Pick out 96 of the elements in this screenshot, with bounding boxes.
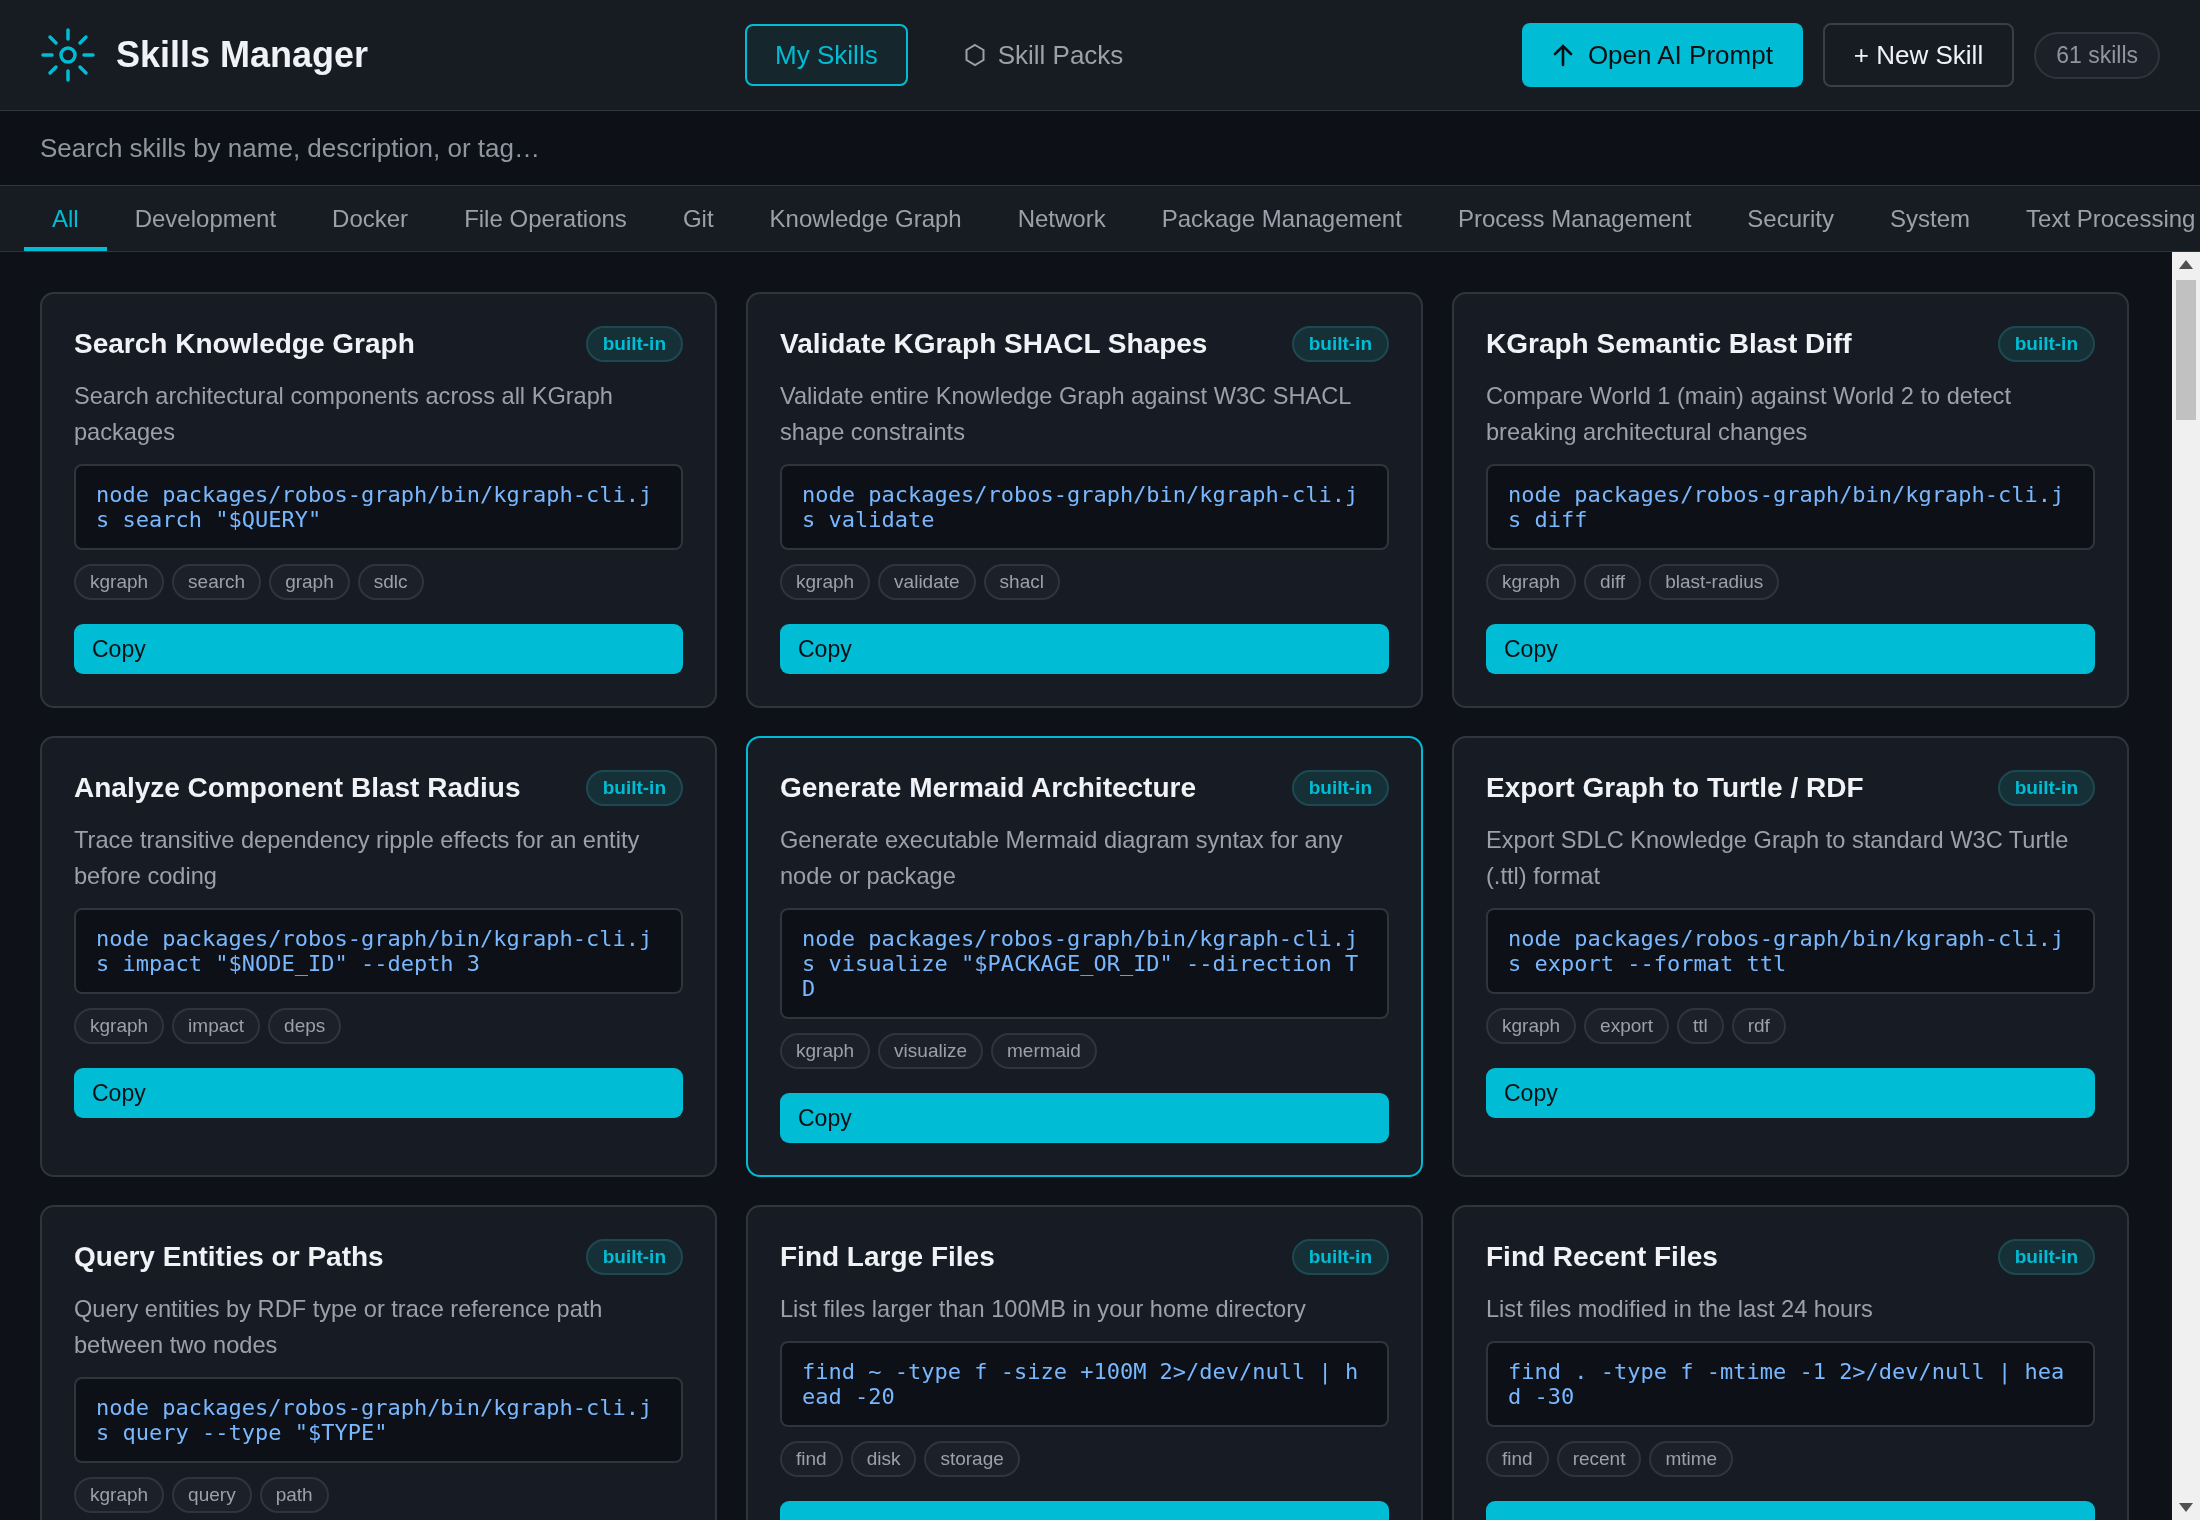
command-block: find . -type f -mtime -1 2>/dev/null | head -30 [1486,1341,2095,1427]
category-tab[interactable]: Package Management [1133,186,1430,251]
skill-title: Search Knowledge Graph [74,328,415,360]
tag-chip[interactable]: mermaid [991,1033,1097,1069]
tag-chip[interactable]: diff [1584,564,1642,600]
builtin-badge: built-in [1291,326,1389,362]
builtin-badge: built-in [585,770,683,806]
tag-chip[interactable]: storage [924,1441,1020,1477]
category-tab[interactable]: Security [1719,186,1863,251]
tag-chip[interactable]: kgraph [1486,1008,1577,1044]
sun-icon [40,27,96,83]
command-block: node packages/robos-graph/bin/kgraph-cli.js export --format ttl [1486,908,2095,994]
skill-description: Search architectural components across all KGraph packages [74,382,614,447]
tag-chip[interactable]: kgraph [74,1008,165,1044]
skill-title: Export Graph to Turtle / RDF [1486,772,1864,804]
skill-title: Generate Mermaid Architecture [780,772,1196,804]
scroll-thumb[interactable] [2176,280,2196,420]
skill-title: KGraph Semantic Blast Diff [1486,328,1852,360]
builtin-badge: built-in [1997,770,2095,806]
tag-chip[interactable]: deps [268,1008,342,1044]
category-tab[interactable]: Network [989,186,1134,251]
tag-chip[interactable]: blast-radius [1649,564,1780,600]
skill-description: Compare World 1 (main) against World 2 to detect breaking architectural changes [1486,382,2012,447]
tag-chip[interactable]: graph [269,564,350,600]
skill-title: Analyze Component Blast Radius [74,772,521,804]
skill-title: Validate KGraph SHACL Shapes [780,328,1208,360]
copy-button[interactable]: Copy [1486,624,2095,674]
tag-chip[interactable]: impact [172,1008,261,1044]
category-tab[interactable]: Development [106,186,305,251]
tag-chip[interactable]: rdf [1731,1008,1786,1044]
tag-chip[interactable]: search [172,564,262,600]
skill-description: List files larger than 100MB in your home directory [780,1295,1307,1324]
category-tab[interactable]: System [1862,186,1999,251]
tag-chip[interactable]: kgraph [780,564,871,600]
tag-chip[interactable]: export [1584,1008,1669,1044]
copy-button[interactable]: Copy [780,624,1389,674]
command-block: find ~ -type f -size +100M 2>/dev/null | head -20 [780,1341,1389,1427]
command-block: node packages/robos-graph/bin/kgraph-cli.js query --type "$TYPE" [74,1377,683,1463]
skill-description: Validate entire Knowledge Graph against W3C SHACL shape constraints [780,382,1352,447]
tag-chip[interactable]: disk [850,1441,917,1477]
tag-chip[interactable]: recent [1556,1441,1642,1477]
tag-chip[interactable]: find [780,1441,843,1477]
category-tab[interactable]: Text Processing [1998,186,2200,251]
copy-button[interactable]: Copy [74,624,683,674]
copy-button[interactable]: Copy [74,1068,683,1118]
tag-chip[interactable]: kgraph [74,564,165,600]
skill-description: List files modified in the last 24 hours [1486,1295,1874,1324]
app-title: Skills Manager [116,34,369,76]
tag-chip[interactable]: validate [878,564,976,600]
tag-chip[interactable]: kgraph [780,1033,871,1069]
tag-chip[interactable]: kgraph [1486,564,1577,600]
skill-title: Find Large Files [780,1241,995,1273]
scroll-down-icon[interactable] [2179,1503,2193,1512]
builtin-badge: built-in [1997,326,2095,362]
tag-chip[interactable]: mtime [1649,1441,1734,1477]
scrollbar[interactable] [2172,252,2200,1520]
new-skill-button[interactable]: + New Skill [1822,23,2015,87]
skill-description: Query entities by RDF type or trace reference path between two nodes [74,1295,604,1360]
copy-button[interactable]: Copy [1486,1068,2095,1118]
command-block: node packages/robos-graph/bin/kgraph-cli.js search "$QUERY" [74,464,683,550]
tag-chip[interactable]: query [172,1477,252,1513]
command-block: node packages/robos-graph/bin/kgraph-cli.js visualize "$PACKAGE_OR_ID" --direction TD [780,908,1389,1019]
tag-chip[interactable]: visualize [878,1033,983,1069]
skill-description: Export SDLC Knowledge Graph to standard W3C Turtle (.ttl) format [1486,826,2070,891]
skill-description: Generate executable Mermaid diagram syntax for any node or package [780,826,1344,891]
category-tab[interactable]: Process Management [1429,186,1720,251]
skill-title: Find Recent Files [1486,1241,1718,1273]
nav-tab[interactable]: My Skills [745,24,908,86]
hexagon-icon [963,43,986,67]
category-tab[interactable]: Docker [304,186,437,251]
tag-chip[interactable]: find [1486,1441,1549,1477]
builtin-badge: built-in [1291,770,1389,806]
skill-title: Query Entities or Paths [74,1241,384,1273]
category-tab[interactable]: Git [654,186,742,251]
command-block: node packages/robos-graph/bin/kgraph-cli.js validate [780,464,1389,550]
open-prompt-button[interactable]: Open AI Prompt [1521,23,1803,87]
copy-button[interactable]: Copy [780,1093,1389,1143]
arrow-up-icon [1551,43,1574,67]
builtin-badge: built-in [585,1239,683,1275]
category-tab[interactable]: Knowledge Graph [741,186,990,251]
tag-chip[interactable]: sdlc [357,564,424,600]
builtin-badge: built-in [585,326,683,362]
scroll-up-icon[interactable] [2179,260,2193,269]
tag-chip[interactable]: kgraph [74,1477,165,1513]
command-block: node packages/robos-graph/bin/kgraph-cli.js diff [1486,464,2095,550]
command-block: node packages/robos-graph/bin/kgraph-cli.js impact "$NODE_ID" --depth 3 [74,908,683,994]
category-tab[interactable]: All [24,186,107,251]
tag-chip[interactable]: shacl [983,564,1060,600]
tag-chip[interactable]: ttl [1676,1008,1724,1044]
category-tab[interactable]: File Operations [436,186,655,251]
builtin-badge: built-in [1291,1239,1389,1275]
builtin-badge: built-in [1997,1239,2095,1275]
tag-chip[interactable]: path [259,1477,329,1513]
skill-description: Trace transitive dependency ripple effects for an entity before coding [74,826,641,891]
skill-count: 61 skills [2034,31,2160,79]
nav-tab[interactable]: Skill Packs [933,24,1154,86]
